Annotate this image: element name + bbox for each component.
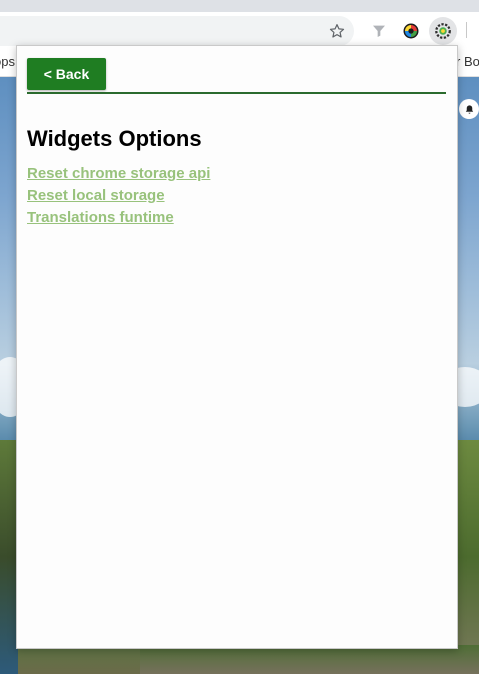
- filter-icon[interactable]: [368, 20, 390, 42]
- reset-local-storage-link[interactable]: Reset local storage: [27, 187, 165, 204]
- toolbar-divider: [466, 22, 467, 38]
- bookmark-item[interactable]: ops: [0, 54, 15, 69]
- page-title: Widgets Options: [27, 126, 202, 151]
- widget-gear-icon[interactable]: [429, 17, 457, 45]
- translations-link[interactable]: Translations funtime: [27, 209, 174, 226]
- ground: [140, 645, 479, 674]
- browser-tab-strip: [0, 0, 479, 12]
- bell-icon[interactable]: [459, 99, 479, 119]
- star-icon[interactable]: [326, 20, 348, 42]
- reset-chrome-storage-link[interactable]: Reset chrome storage api: [27, 165, 210, 182]
- back-button[interactable]: < Back: [27, 58, 106, 90]
- color-wheel-icon[interactable]: [400, 20, 422, 42]
- cliff-right: [455, 440, 479, 674]
- address-bar[interactable]: [0, 16, 354, 46]
- bookmark-item[interactable]: r Bo: [456, 54, 479, 69]
- header-divider: [27, 92, 446, 94]
- extension-popup: < Back Widgets Options Reset chrome stor…: [16, 45, 458, 649]
